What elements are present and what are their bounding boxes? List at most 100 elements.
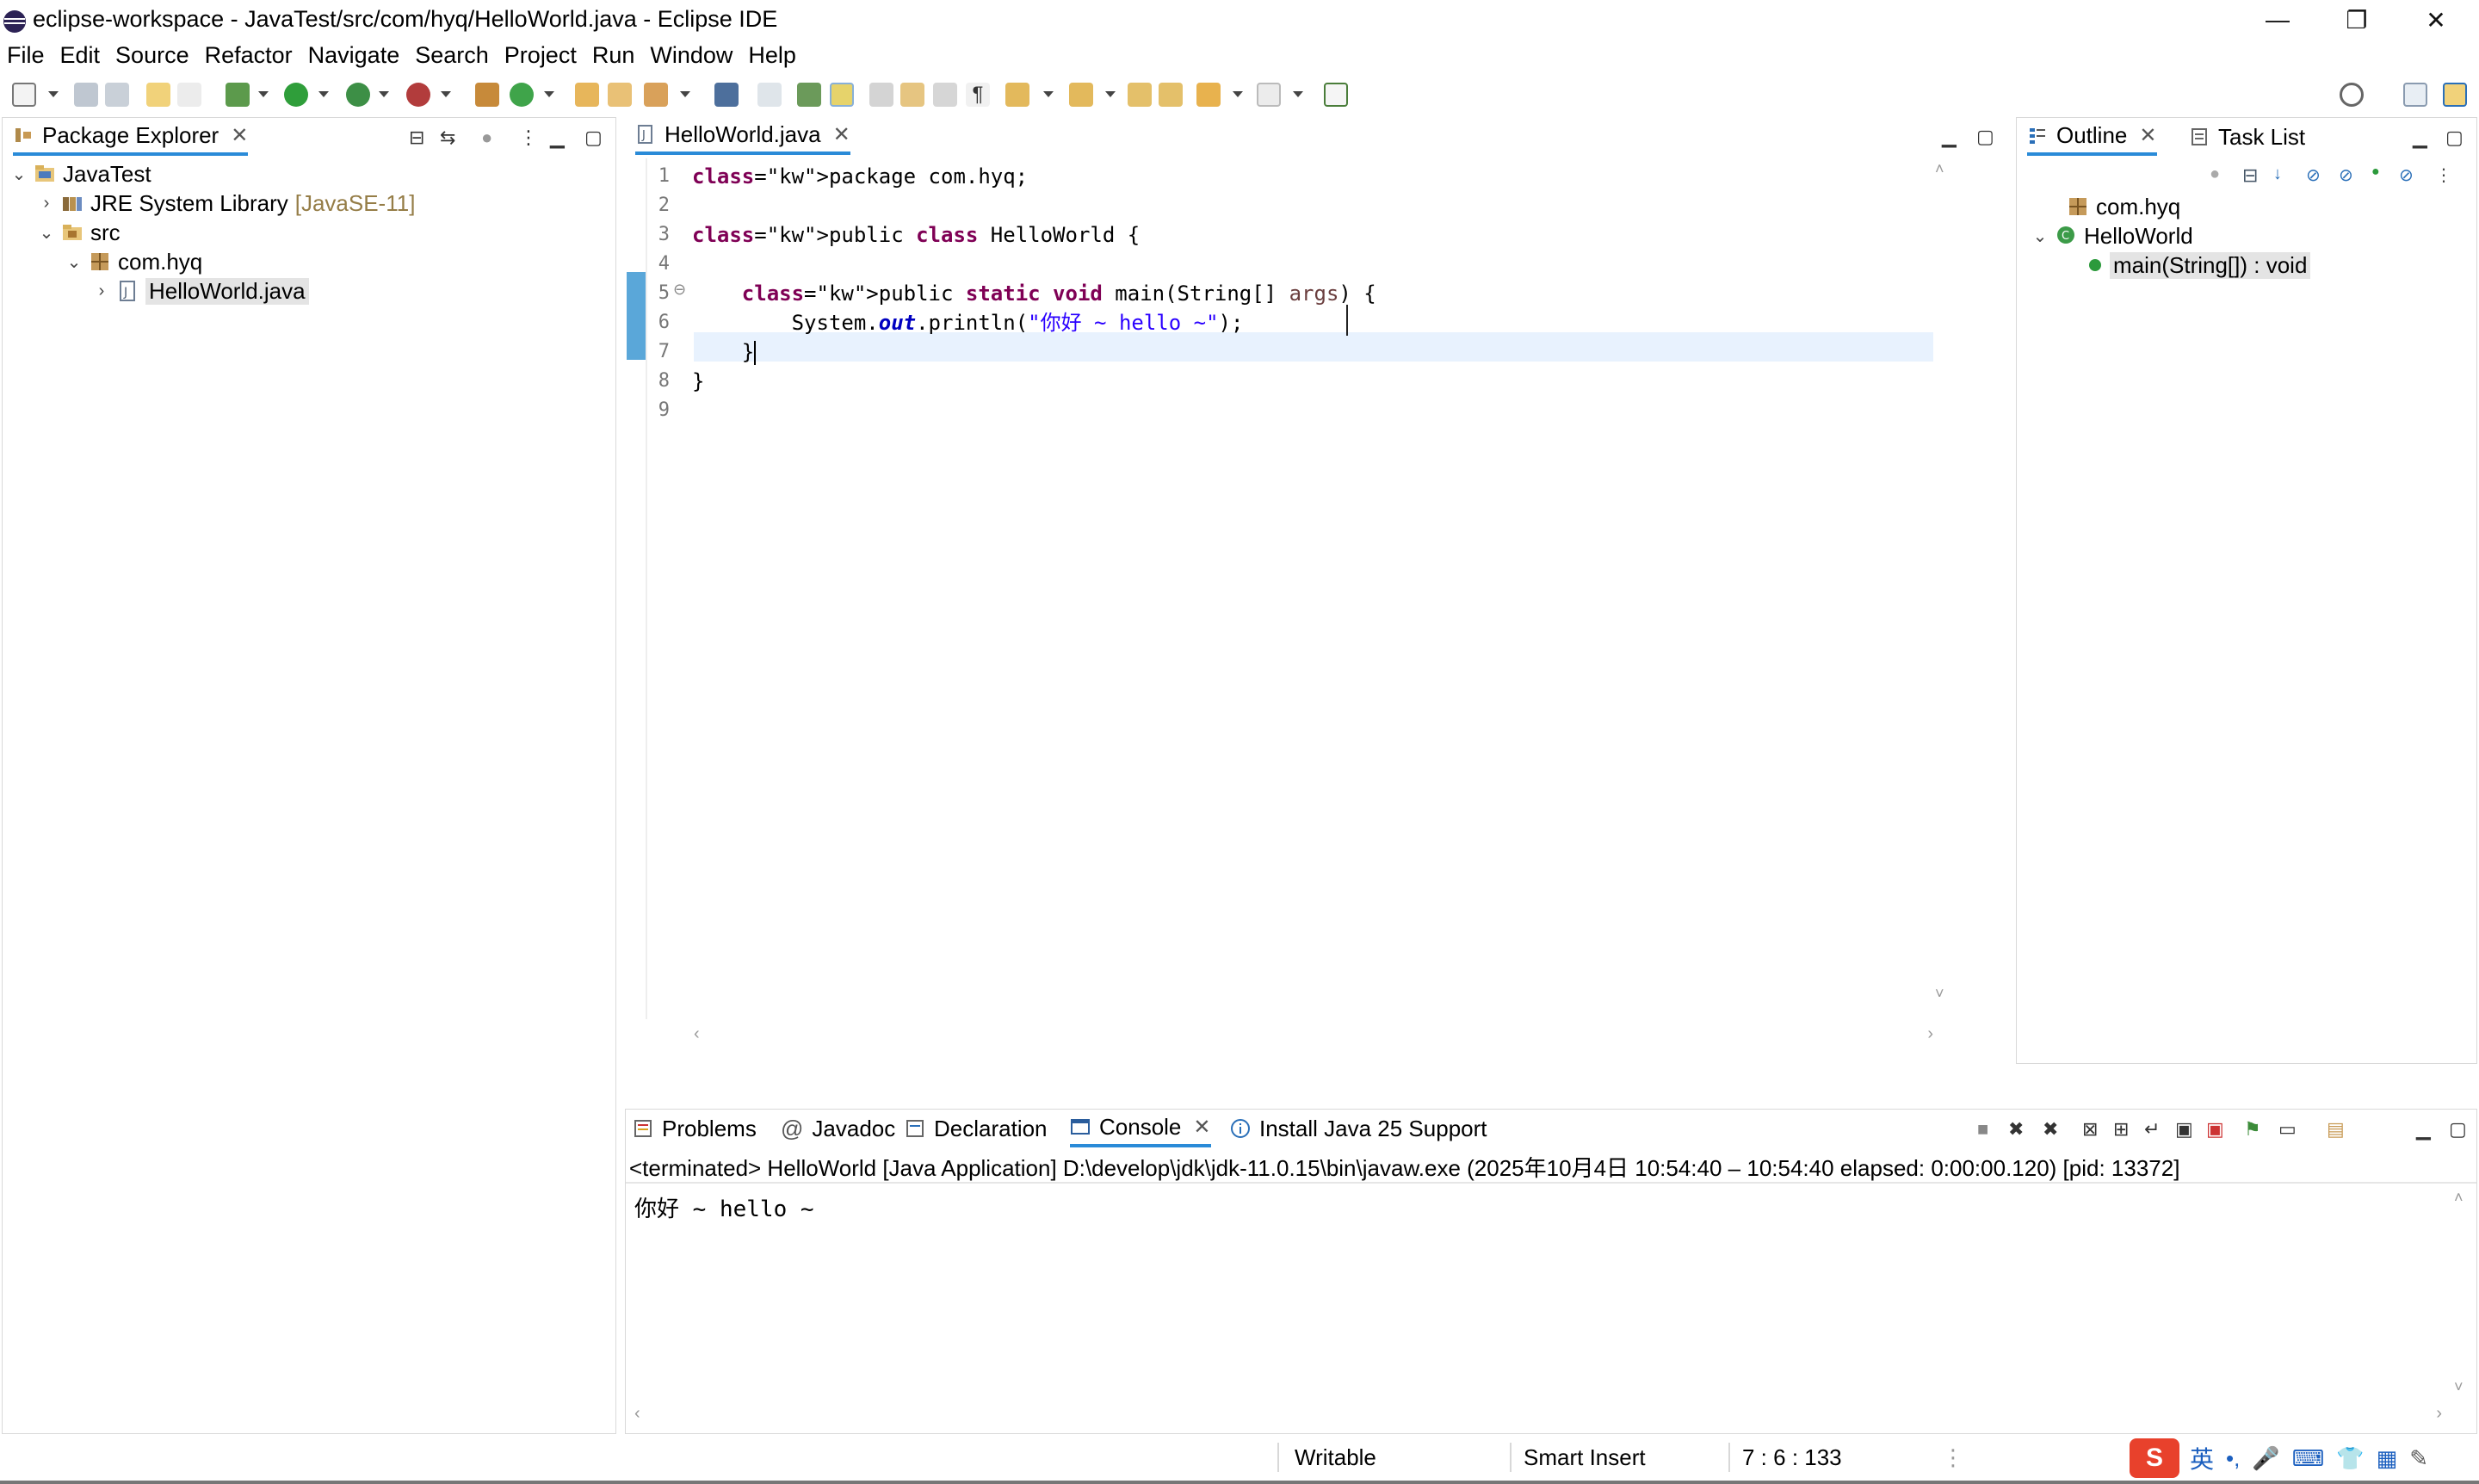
scroll-up-icon[interactable]: ˄: [1935, 160, 1944, 178]
pin-console-icon[interactable]: ⚑: [2244, 1118, 2261, 1141]
search-tool-icon[interactable]: [644, 83, 668, 107]
editor-horizontal-scrollbar[interactable]: ‹ ›: [694, 1024, 1933, 1050]
minimize-view-icon[interactable]: ▁: [2413, 127, 2427, 149]
run-dropdown-icon[interactable]: [318, 91, 329, 97]
code-editor[interactable]: 1 2 3 4 5 6 7 8 9 ⊖ class="kw">package c…: [625, 158, 1959, 1064]
show-stdout-icon[interactable]: ▣: [2175, 1118, 2193, 1141]
chevron-right-icon[interactable]: ›: [92, 281, 111, 301]
minimize-view-icon[interactable]: ▁: [1942, 126, 1957, 148]
search-dropdown-icon[interactable]: [680, 91, 690, 97]
new-class-icon[interactable]: [510, 83, 534, 107]
console-horizontal-scrollbar[interactable]: ‹ ›: [634, 1404, 2442, 1430]
java-perspective-icon[interactable]: [2443, 83, 2467, 107]
console-output[interactable]: 你好 ~ hello ~: [634, 1191, 814, 1223]
minimize-view-icon[interactable]: ▁: [550, 127, 565, 149]
close-icon[interactable]: ✕: [231, 123, 248, 148]
ime-language[interactable]: 英: [2190, 1441, 2214, 1475]
menu-search[interactable]: Search: [415, 42, 489, 69]
settings-icon[interactable]: ✎: [2409, 1445, 2428, 1472]
sogou-ime-icon[interactable]: S: [2130, 1438, 2179, 1478]
forward-edit-icon[interactable]: [1159, 83, 1183, 107]
debug-icon[interactable]: [226, 83, 250, 107]
chevron-down-icon[interactable]: ⌄: [37, 222, 56, 244]
previous-annotation-icon[interactable]: [1069, 83, 1093, 107]
toolbox-icon[interactable]: ▦: [2377, 1445, 2398, 1472]
tab-problems[interactable]: Problems: [633, 1110, 757, 1147]
word-wrap-icon[interactable]: ↵: [2144, 1118, 2160, 1141]
collapse-all-icon[interactable]: ⊟: [409, 127, 424, 149]
code-line[interactable]: class="kw">package com.hyq;: [692, 162, 1376, 191]
code-line[interactable]: }: [692, 367, 1376, 396]
search-icon[interactable]: [2340, 83, 2364, 107]
tab-package-explorer[interactable]: Package Explorer ✕: [13, 118, 249, 156]
tree-item-project[interactable]: ⌄ JavaTest: [9, 159, 151, 189]
punctuation-icon[interactable]: •,: [2226, 1445, 2240, 1472]
tab-helloworld-java[interactable]: J HelloWorld.java ✕: [635, 117, 850, 155]
clear-console-icon[interactable]: ⊠: [2082, 1118, 2098, 1141]
pilcrow-icon[interactable]: ¶: [966, 83, 990, 107]
maximize-view-icon[interactable]: ▢: [2445, 127, 2464, 149]
code-line[interactable]: class="kw">public class HelloWorld {: [692, 220, 1376, 250]
close-icon[interactable]: ✕: [833, 122, 850, 147]
new-icon[interactable]: [12, 83, 36, 107]
open-task-icon[interactable]: [608, 83, 632, 107]
scroll-lock-icon[interactable]: ⊞: [2113, 1118, 2129, 1141]
fold-collapse-icon[interactable]: ⊖: [673, 281, 686, 299]
hide-fields-icon[interactable]: ⊘: [2306, 164, 2321, 186]
scroll-left-icon[interactable]: ‹: [694, 1024, 700, 1044]
code-text[interactable]: class="kw">package com.hyq; class="kw">p…: [692, 162, 1376, 425]
view-menu-icon[interactable]: ⋮: [2435, 164, 2452, 186]
display-console-icon[interactable]: ▭: [2278, 1118, 2297, 1141]
block-selection-icon[interactable]: [869, 83, 893, 107]
view-menu-icon[interactable]: ⋮: [519, 127, 538, 149]
maximize-view-icon[interactable]: ▢: [2449, 1118, 2467, 1141]
tab-declaration[interactable]: Declaration: [905, 1110, 1048, 1147]
outline-item-class[interactable]: ⌄ C HelloWorld: [2031, 221, 2193, 250]
menu-project[interactable]: Project: [504, 42, 577, 69]
code-line[interactable]: System.out.println("你好 ~ hello ~");: [692, 308, 1376, 337]
remove-launch-icon[interactable]: ✖: [2008, 1118, 2024, 1141]
previous-annotation-dropdown-icon[interactable]: [1105, 91, 1116, 97]
code-line[interactable]: [692, 396, 1376, 425]
coverage-icon[interactable]: [346, 83, 370, 107]
new-class-dropdown-icon[interactable]: [544, 91, 554, 97]
maximize-view-icon[interactable]: ▢: [1976, 126, 1994, 148]
menu-navigate[interactable]: Navigate: [308, 42, 400, 69]
menu-run[interactable]: Run: [592, 42, 635, 69]
code-line[interactable]: class="kw">public static void main(Strin…: [692, 279, 1376, 308]
status-insert-mode[interactable]: Smart Insert: [1524, 1444, 1646, 1471]
save-all-icon[interactable]: [105, 83, 129, 107]
minimize-view-icon[interactable]: ▁: [2416, 1118, 2431, 1141]
undo-icon[interactable]: [146, 83, 170, 107]
collapse-all-icon[interactable]: ⊟: [2242, 164, 2258, 187]
scroll-down-icon[interactable]: ˅: [1935, 985, 1944, 1003]
close-icon[interactable]: ✕: [2139, 123, 2156, 148]
external-tools-dropdown-icon[interactable]: [441, 91, 451, 97]
tab-javadoc[interactable]: @ Javadoc: [781, 1110, 895, 1147]
hide-nonpublic-icon[interactable]: ●: [2371, 164, 2380, 180]
forward-dropdown-icon[interactable]: [1293, 91, 1303, 97]
tree-item-package[interactable]: ⌄ com.hyq: [65, 247, 203, 276]
open-console-icon[interactable]: ▤: [2327, 1118, 2345, 1141]
scroll-right-icon[interactable]: ›: [2436, 1404, 2442, 1424]
new-java-project-icon[interactable]: [475, 83, 499, 107]
menu-source[interactable]: Source: [115, 42, 189, 69]
tab-task-list[interactable]: Task List: [2189, 118, 2305, 156]
hide-static-icon[interactable]: ⊘: [2339, 164, 2353, 186]
minimize-button[interactable]: —: [2238, 0, 2317, 40]
menu-file[interactable]: File: [7, 42, 45, 69]
link-with-editor-icon[interactable]: ⇆: [440, 127, 455, 149]
mark-occurrences-icon[interactable]: [797, 83, 821, 107]
scroll-left-icon[interactable]: ‹: [634, 1404, 640, 1424]
open-type-icon[interactable]: [575, 83, 599, 107]
next-annotation-dropdown-icon[interactable]: [1043, 91, 1054, 97]
forward-icon[interactable]: [1257, 83, 1281, 107]
microphone-icon[interactable]: 🎤: [2252, 1445, 2279, 1472]
menu-edit[interactable]: Edit: [60, 42, 101, 69]
next-annotation-icon[interactable]: [1005, 83, 1029, 107]
save-icon[interactable]: [74, 83, 98, 107]
restore-button[interactable]: ❐: [2317, 0, 2396, 40]
terminal-icon[interactable]: [714, 83, 739, 107]
toggle-ant-icon[interactable]: [757, 83, 782, 107]
last-edit-icon[interactable]: [1128, 83, 1152, 107]
